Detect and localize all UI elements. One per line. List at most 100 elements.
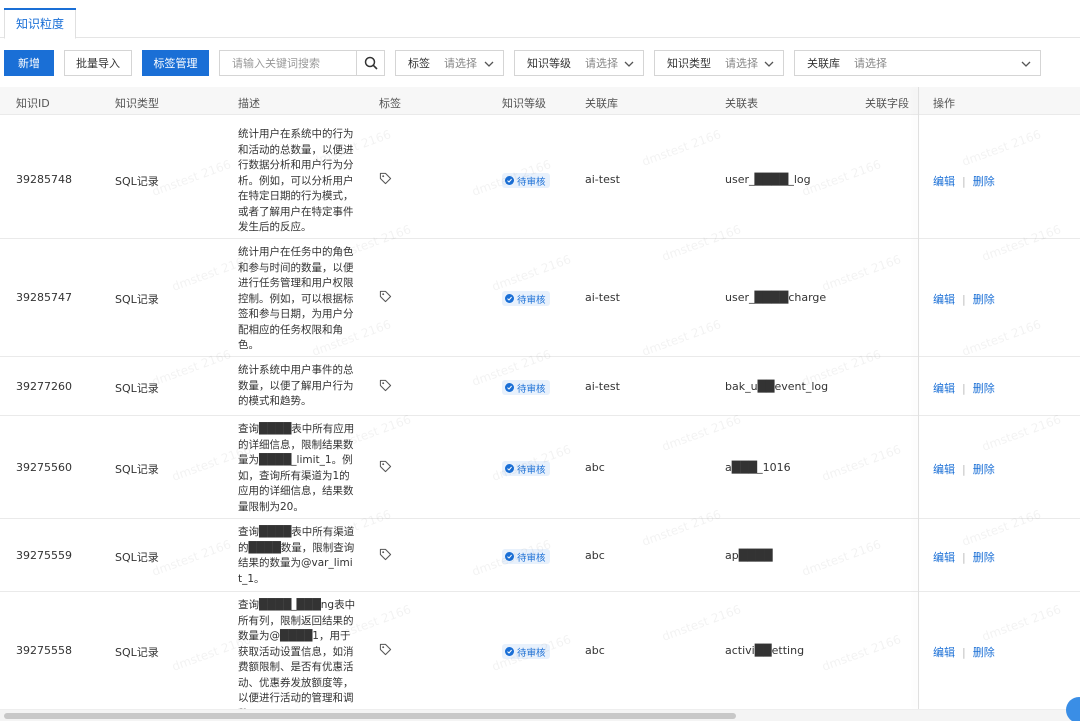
action-separator: | [962, 381, 966, 395]
row-actions: 编辑 | 删除 [933, 644, 995, 660]
delete-link[interactable]: 删除 [973, 461, 995, 477]
batch-import-button[interactable]: 批量导入 [64, 50, 132, 76]
edit-link[interactable]: 编辑 [933, 644, 955, 660]
tag-manage-button[interactable]: 标签管理 [142, 50, 209, 76]
related-db: abc [585, 549, 605, 562]
row-actions: 编辑 | 删除 [933, 173, 995, 189]
action-separator: | [962, 292, 966, 306]
knowledge-desc: 查询████表中所有应用的详细信息，限制结果数量为████_limit_1。例如… [238, 423, 355, 513]
search-icon [364, 56, 378, 70]
col-header-table: 关联表 [725, 97, 758, 110]
knowledge-type: SQL记录 [115, 175, 159, 188]
type-filter-label: 知识类型 [667, 57, 711, 70]
delete-link[interactable]: 删除 [973, 173, 995, 189]
knowledge-desc: 统计用户在任务中的角色和参与时间的数量，以便进行任务管理和用户权限控制。例如，可… [238, 246, 354, 351]
tag-icon[interactable] [379, 643, 392, 656]
chevron-down-icon [484, 61, 494, 67]
add-button[interactable]: 新增 [4, 50, 54, 76]
action-separator: | [962, 550, 966, 564]
related-db: ai-test [585, 291, 620, 304]
knowledge-type: SQL记录 [115, 293, 159, 306]
edit-link[interactable]: 编辑 [933, 291, 955, 307]
related-table: activi██etting [725, 644, 805, 657]
knowledge-type: SQL记录 [115, 463, 159, 476]
db-filter-select[interactable]: 关联库 请选择 [794, 50, 1041, 76]
col-header-id: 知识ID [16, 97, 50, 110]
chevron-down-icon [1021, 61, 1031, 67]
knowledge-desc: 统计系统中用户事件的总数量，以便了解用户行为的模式和趋势。 [238, 364, 354, 407]
status-label: 待审核 [517, 383, 546, 395]
col-header-tag: 标签 [379, 97, 401, 110]
toolbar: 新增 批量导入 标签管理 标签 请选择 知识等级 请选择 知识类型 请选择 关联… [0, 50, 1080, 78]
knowledge-id: 39275559 [16, 549, 72, 562]
knowledge-type: SQL记录 [115, 646, 159, 659]
knowledge-id: 39275558 [16, 644, 72, 657]
tag-icon[interactable] [379, 172, 392, 185]
action-separator: | [962, 645, 966, 659]
delete-link[interactable]: 删除 [973, 644, 995, 660]
knowledge-type: SQL记录 [115, 551, 159, 564]
edit-link[interactable]: 编辑 [933, 173, 955, 189]
knowledge-desc: 查询████_███ng表中所有列，限制返回结果的数量为@████1，用于获取活… [238, 599, 356, 709]
related-table: user_████charge [725, 291, 827, 304]
knowledge-id: 39285747 [16, 291, 72, 304]
row-actions: 编辑 | 删除 [933, 291, 995, 307]
col-header-ops: 操作 [933, 97, 955, 110]
edit-link[interactable]: 编辑 [933, 549, 955, 565]
delete-link[interactable]: 删除 [973, 380, 995, 396]
delete-link[interactable]: 删除 [973, 291, 995, 307]
type-filter-select[interactable]: 知识类型 请选择 [654, 50, 784, 76]
pending-icon [505, 647, 514, 656]
knowledge-id: 39285748 [16, 173, 72, 186]
knowledge-desc: 统计用户在系统中的行为和活动的总数量，以便进行数据分析和用户行为分析。例如，可以… [238, 128, 354, 233]
tag-icon[interactable] [379, 379, 392, 392]
status-badge: 待审核 [502, 380, 550, 395]
status-badge: 待审核 [502, 644, 550, 659]
row-actions: 编辑 | 删除 [933, 549, 995, 565]
status-badge: 待审核 [502, 549, 550, 564]
tag-icon[interactable] [379, 290, 392, 303]
level-filter-label: 知识等级 [527, 57, 571, 70]
delete-link[interactable]: 删除 [973, 549, 995, 565]
col-header-level: 知识等级 [502, 97, 546, 110]
level-filter-select[interactable]: 知识等级 请选择 [514, 50, 644, 76]
tab-knowledge-granularity[interactable]: 知识粒度 [4, 8, 76, 39]
knowledge-id: 39277260 [16, 380, 72, 393]
status-badge: 待审核 [502, 291, 550, 306]
knowledge-id: 39275560 [16, 461, 72, 474]
tag-icon[interactable] [379, 548, 392, 561]
edit-link[interactable]: 编辑 [933, 380, 955, 396]
search-button[interactable] [356, 51, 384, 75]
search-input[interactable] [220, 51, 356, 75]
pending-icon [505, 552, 514, 561]
status-label: 待审核 [517, 294, 546, 306]
related-db: ai-test [585, 173, 620, 186]
related-table: user_████_log [725, 173, 811, 186]
status-badge: 待审核 [502, 173, 550, 188]
tag-icon[interactable] [379, 460, 392, 473]
action-separator: | [962, 174, 966, 188]
status-label: 待审核 [517, 552, 546, 564]
tab-bar: 知识粒度 [0, 0, 1080, 39]
related-db: ai-test [585, 380, 620, 393]
col-header-db: 关联库 [585, 97, 618, 110]
pending-icon [505, 294, 514, 303]
edit-link[interactable]: 编辑 [933, 461, 955, 477]
tag-filter-select[interactable]: 标签 请选择 [395, 50, 504, 76]
horizontal-scrollbar-thumb[interactable] [4, 713, 736, 719]
related-db: abc [585, 644, 605, 657]
related-table: bak_u██event_log [725, 380, 829, 393]
status-badge: 待审核 [502, 461, 550, 476]
related-db: abc [585, 461, 605, 474]
row-actions: 编辑 | 删除 [933, 461, 995, 477]
pending-icon [505, 464, 514, 473]
help-float-button[interactable] [1066, 697, 1080, 721]
pending-icon [505, 176, 514, 185]
status-label: 待审核 [517, 176, 546, 188]
chevron-down-icon [624, 61, 634, 67]
search-box [219, 50, 385, 76]
horizontal-scrollbar[interactable] [0, 709, 1080, 721]
action-separator: | [962, 462, 966, 476]
row-actions: 编辑 | 删除 [933, 380, 995, 396]
status-label: 待审核 [517, 647, 546, 659]
